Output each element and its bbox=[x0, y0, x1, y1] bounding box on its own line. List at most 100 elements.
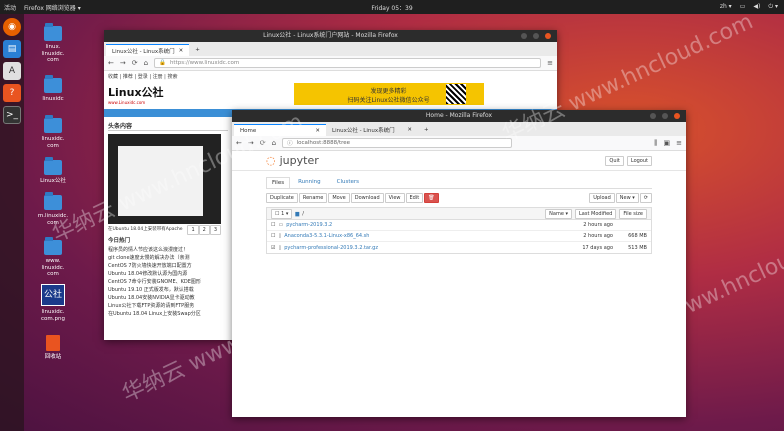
logout-button[interactable]: Logout bbox=[626, 155, 652, 166]
download-button[interactable]: Download bbox=[350, 193, 384, 203]
close-tab-icon[interactable]: ✕ bbox=[407, 127, 412, 133]
home-icon[interactable]: ⌂ bbox=[272, 139, 276, 147]
maximize-button[interactable] bbox=[662, 113, 668, 119]
clock[interactable]: Friday 05：39 bbox=[371, 3, 412, 12]
trash-item[interactable]: 回收站 bbox=[33, 335, 73, 361]
system-tray[interactable]: zh ▾ ▭ ◀) ⏻ ▾ bbox=[720, 3, 778, 11]
new-dropdown[interactable]: New ▾ bbox=[615, 193, 639, 203]
close-tab-icon[interactable]: ✕ bbox=[179, 48, 184, 54]
tab-files[interactable]: Files bbox=[266, 177, 291, 188]
library-icon[interactable]: ⫼ bbox=[654, 139, 657, 148]
reload-icon[interactable]: ⟳ bbox=[132, 59, 138, 67]
close-button[interactable] bbox=[674, 113, 680, 119]
tab-home[interactable]: Home ✕ bbox=[234, 124, 326, 136]
back-icon[interactable]: ← bbox=[108, 59, 114, 67]
minimize-button[interactable] bbox=[521, 33, 527, 39]
refresh-icon[interactable]: ⟳ bbox=[639, 193, 652, 203]
activities-button[interactable]: 活动 bbox=[4, 3, 16, 12]
headline-image[interactable] bbox=[108, 134, 221, 224]
power-icon: ⏻ ▾ bbox=[768, 3, 778, 10]
row-checkbox[interactable]: ☑ bbox=[271, 245, 275, 251]
file-name[interactable]: pycharm-2019.3.2 bbox=[286, 222, 332, 228]
qrcode-image bbox=[445, 84, 466, 104]
file-name[interactable]: Anaconda3-5.3.1-Linux-x86_64.sh bbox=[284, 233, 369, 239]
sidebar-icon[interactable]: ▣ bbox=[664, 139, 671, 147]
files-icon[interactable]: ▤ bbox=[3, 40, 21, 58]
menu-icon[interactable]: ≡ bbox=[676, 139, 682, 147]
select-all-checkbox[interactable]: ☐ 1 ▾ bbox=[271, 208, 293, 219]
window-title[interactable]: Linux公社 - Linux系统门户网站 - Mozilla Firefox bbox=[104, 30, 557, 42]
desktop-item[interactable]: linux. linuxidc. com bbox=[33, 23, 73, 64]
window-title[interactable]: Home - Mozilla Firefox bbox=[232, 110, 686, 122]
upload-button[interactable]: Upload bbox=[589, 193, 615, 203]
image-thumbnail-icon: 公社 bbox=[41, 284, 65, 306]
file-modified: 2 hours ago bbox=[583, 222, 613, 228]
table-row[interactable]: ☐ ▯ Anaconda3-5.3.1-Linux-x86_64.sh 2 hou… bbox=[267, 231, 651, 242]
close-tab-icon[interactable]: ✕ bbox=[315, 128, 320, 134]
software-icon[interactable]: A bbox=[3, 62, 21, 80]
lang-indicator[interactable]: zh ▾ bbox=[720, 3, 732, 11]
home-icon[interactable]: ⌂ bbox=[144, 59, 148, 67]
back-icon[interactable]: ← bbox=[236, 139, 242, 147]
url-bar[interactable]: ⓘ localhost:8888/tree bbox=[282, 138, 513, 148]
maximize-button[interactable] bbox=[533, 33, 539, 39]
desktop-item[interactable]: linuxidc. com bbox=[33, 115, 73, 149]
tab-bar: Linux公社 - Linux系统门 ✕ + bbox=[104, 42, 557, 56]
file-name[interactable]: pycharm-professional-2019.3.2.tar.gz bbox=[284, 245, 378, 251]
tab-clusters[interactable]: Clusters bbox=[329, 177, 367, 188]
file-size: 513 MB bbox=[628, 244, 647, 251]
help-icon[interactable]: ? bbox=[3, 84, 21, 102]
site-menu[interactable]: 收藏 | 推荐 | 登录 | 注册 | 搜索 bbox=[104, 71, 557, 81]
wechat-banner[interactable]: 发现更多精彩 扫码关注Linux公社微信公众号 bbox=[293, 83, 484, 105]
front-browser-window[interactable]: Home - Mozilla Firefox Home ✕ Linux公社 - L… bbox=[232, 110, 686, 417]
edit-button[interactable]: Edit bbox=[405, 193, 424, 203]
row-checkbox[interactable]: ☐ bbox=[271, 233, 275, 239]
table-row[interactable]: ☑ ▯ pycharm-professional-2019.3.2.tar.gz … bbox=[267, 242, 651, 253]
breadcrumb-home-icon[interactable]: ▆ bbox=[295, 211, 299, 217]
move-button[interactable]: Move bbox=[328, 193, 350, 203]
breadcrumb[interactable]: / bbox=[302, 211, 304, 217]
sort-name-button[interactable]: Name ▾ bbox=[545, 208, 572, 219]
headline-caption[interactable]: 在Ubuntu 18.04上安装带有Apache bbox=[108, 226, 183, 233]
tab-linuxidc[interactable]: Linux公社 - Linux系统门 ✕ bbox=[106, 44, 190, 56]
forward-icon[interactable]: → bbox=[248, 139, 254, 147]
window-controls bbox=[521, 33, 551, 39]
desktop-item-label: linux. linuxidc. com bbox=[41, 44, 65, 64]
desktop-item-label: linuxidc. com bbox=[41, 136, 65, 149]
rename-button[interactable]: Rename bbox=[298, 193, 328, 203]
jupyter-brand[interactable]: jupyter bbox=[280, 154, 319, 167]
reload-icon[interactable]: ⟳ bbox=[260, 139, 266, 147]
trash-icon bbox=[46, 335, 60, 351]
info-icon: ⓘ bbox=[287, 141, 293, 147]
desktop-item[interactable]: linuxidc bbox=[33, 75, 73, 103]
new-tab-button[interactable]: + bbox=[418, 124, 435, 136]
duplicate-button[interactable]: Duplicate bbox=[266, 193, 298, 203]
desktop-item-label: www. linuxidc. com bbox=[41, 258, 65, 278]
lock-icon: 🔒 bbox=[159, 60, 166, 66]
desktop-item[interactable]: www. linuxidc. com bbox=[33, 237, 73, 278]
table-row[interactable]: ☐ ▭ pycharm-2019.3.2 2 hours ago bbox=[267, 220, 651, 231]
terminal-icon[interactable]: >_ bbox=[3, 106, 21, 124]
forward-icon[interactable]: → bbox=[120, 59, 126, 67]
quit-button[interactable]: Quit bbox=[605, 155, 624, 166]
menu-icon[interactable]: ≡ bbox=[547, 59, 553, 67]
sort-size-button[interactable]: File size bbox=[619, 208, 647, 219]
close-button[interactable] bbox=[545, 33, 551, 39]
url-bar[interactable]: 🔒 https://www.linuxidc.com bbox=[154, 58, 542, 68]
toolbar: Duplicate Rename Move Download View Edit… bbox=[266, 193, 652, 203]
desktop-item[interactable]: m.linuxidc. com bbox=[33, 192, 73, 226]
tab-running[interactable]: Running bbox=[290, 177, 329, 188]
firefox-icon[interactable]: ◉ bbox=[3, 18, 21, 36]
desktop-item-label: Linux公社 bbox=[40, 178, 66, 184]
desktop-item[interactable]: 公社 linuxidc. com.png bbox=[33, 284, 73, 322]
minimize-button[interactable] bbox=[650, 113, 656, 119]
new-tab-button[interactable]: + bbox=[189, 44, 206, 56]
sort-modified-button[interactable]: Last Modified bbox=[575, 208, 617, 219]
tab-linuxidc[interactable]: Linux公社 - Linux系统门 ✕ bbox=[326, 124, 418, 136]
desktop-item[interactable]: Linux公社 bbox=[33, 157, 73, 185]
view-button[interactable]: View bbox=[384, 193, 405, 203]
row-checkbox[interactable]: ☐ bbox=[271, 222, 275, 228]
delete-icon[interactable]: 🗑 bbox=[424, 193, 439, 203]
app-menu[interactable]: Firefox 网络浏览器 ▾ bbox=[24, 3, 81, 12]
site-logo[interactable]: Linux公社 www.Linuxidc.com bbox=[108, 84, 164, 105]
